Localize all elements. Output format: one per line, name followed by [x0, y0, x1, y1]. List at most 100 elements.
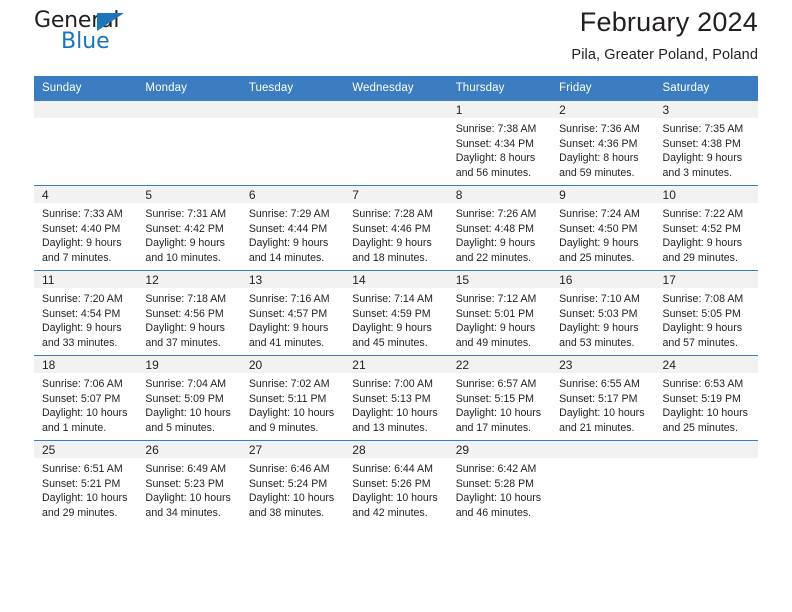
daylight-text-line2: and 45 minutes.: [352, 336, 428, 349]
page-title: February 2024: [579, 7, 758, 37]
daylight-text-line2: and 10 minutes.: [145, 251, 221, 264]
day-details: Sunrise: 7:10 AM Sunset: 5:03 PM Daylight:…: [551, 288, 654, 350]
day-number: 29: [447, 441, 552, 458]
daylight-text-line2: and 59 minutes.: [559, 166, 635, 179]
day-number: 8: [447, 186, 552, 203]
daylight-text-line1: Daylight: 10 hours: [248, 407, 335, 420]
sunrise-text: Sunrise: 7:12 AM: [455, 293, 537, 305]
day-details: Sunrise: 7:20 AM Sunset: 4:54 PM Daylight:…: [34, 288, 137, 350]
calendar-day-cell[interactable]: 9 Sunrise: 7:24 AM Sunset: 4:50 PM Daylight…: [551, 185, 655, 271]
daylight-text-line1: Daylight: 9 hours: [248, 237, 329, 250]
calendar-day-cell[interactable]: 27 Sunrise: 6:46 AM Sunset: 5:24 PM Dayligh…: [240, 440, 345, 525]
sunset-text: Sunset: 4:38 PM: [662, 137, 741, 150]
calendar-day-cell[interactable]: 2 Sunrise: 7:36 AM Sunset: 4:36 PM Daylight…: [551, 100, 655, 186]
calendar-day-cell[interactable]: 14 Sunrise: 7:14 AM Sunset: 4:59 PM Dayligh…: [344, 270, 448, 356]
calendar-week-row: 25 Sunrise: 6:51 AM Sunset: 5:21 PM Dayligh…: [34, 440, 758, 525]
calendar-day-cell[interactable]: 1 Sunrise: 7:38 AM Sunset: 4:34 PM Daylight…: [447, 100, 552, 186]
calendar-day-cell[interactable]: 4 Sunrise: 7:33 AM Sunset: 4:40 PM Daylight…: [34, 185, 138, 271]
calendar-day-cell[interactable]: 24 Sunrise: 6:53 AM Sunset: 5:19 PM Dayligh…: [654, 355, 758, 441]
calendar-day-cell[interactable]: 19 Sunrise: 7:04 AM Sunset: 5:09 PM Dayligh…: [137, 355, 241, 441]
calendar-day-cell[interactable]: 18 Sunrise: 7:06 AM Sunset: 5:07 PM Dayligh…: [34, 355, 138, 441]
calendar-day-cell[interactable]: 22 Sunrise: 6:57 AM Sunset: 5:15 PM Dayligh…: [447, 355, 552, 441]
sunrise-text: Sunrise: 6:44 AM: [352, 463, 433, 475]
calendar-day-cell[interactable]: 8 Sunrise: 7:26 AM Sunset: 4:48 PM Daylight…: [447, 185, 552, 271]
calendar-day-cell-empty: [551, 440, 655, 525]
daylight-text-line1: Daylight: 9 hours: [352, 322, 432, 335]
sunrise-text: Sunrise: 7:22 AM: [662, 208, 744, 220]
daylight-text-line2: and 56 minutes.: [455, 166, 532, 179]
daylight-text-line2: and 3 minutes.: [662, 166, 733, 179]
sunset-text: Sunset: 5:13 PM: [352, 392, 431, 405]
weekday-header-thursday: Thursday: [447, 76, 552, 101]
sunset-text: Sunset: 4:42 PM: [145, 222, 224, 235]
day-number: 2: [551, 101, 655, 118]
calendar-day-cell[interactable]: 17 Sunrise: 7:08 AM Sunset: 5:05 PM Dayligh…: [654, 270, 758, 356]
daylight-text-line1: Daylight: 10 hours: [42, 492, 128, 505]
sunrise-text: Sunrise: 6:42 AM: [455, 463, 537, 475]
sunset-text: Sunset: 4:52 PM: [662, 222, 741, 235]
sunrise-text: Sunrise: 7:02 AM: [248, 378, 330, 390]
day-details: Sunrise: 7:00 AM Sunset: 5:13 PM Daylight:…: [344, 373, 447, 435]
calendar-day-cell[interactable]: 15 Sunrise: 7:12 AM Sunset: 5:01 PM Dayligh…: [447, 270, 552, 356]
day-details: Sunrise: 6:44 AM Sunset: 5:26 PM Daylight:…: [344, 458, 447, 520]
daylight-text-line1: Daylight: 9 hours: [352, 237, 432, 250]
daylight-text-line2: and 34 minutes.: [145, 506, 221, 519]
calendar-day-cell[interactable]: 13 Sunrise: 7:16 AM Sunset: 4:57 PM Dayligh…: [240, 270, 345, 356]
day-details: Sunrise: 7:24 AM Sunset: 4:50 PM Daylight:…: [551, 203, 654, 265]
daylight-text-line1: Daylight: 9 hours: [248, 322, 329, 335]
calendar-day-cell[interactable]: 26 Sunrise: 6:49 AM Sunset: 5:23 PM Dayligh…: [137, 440, 241, 525]
daylight-text-line2: and 5 minutes.: [145, 421, 215, 434]
sunrise-text: Sunrise: 6:51 AM: [42, 463, 123, 475]
calendar-day-cell-empty: [344, 100, 448, 186]
calendar-day-cell[interactable]: 5 Sunrise: 7:31 AM Sunset: 4:42 PM Daylight…: [137, 185, 241, 271]
sunset-text: Sunset: 5:28 PM: [455, 477, 535, 490]
day-number: 23: [551, 356, 655, 373]
calendar-day-cell[interactable]: 10 Sunrise: 7:22 AM Sunset: 4:52 PM Dayligh…: [654, 185, 758, 271]
sunset-text: Sunset: 4:46 PM: [352, 222, 431, 235]
calendar-week-row: 1 Sunrise: 7:38 AM Sunset: 4:34 PM Daylight…: [34, 100, 758, 186]
calendar-day-cell[interactable]: 12 Sunrise: 7:18 AM Sunset: 4:56 PM Dayligh…: [137, 270, 241, 356]
daylight-text-line2: and 13 minutes.: [352, 421, 428, 434]
day-number: 16: [551, 271, 655, 288]
daylight-text-line2: and 37 minutes.: [145, 336, 221, 349]
day-number: 20: [240, 356, 345, 373]
calendar-day-cell[interactable]: 29 Sunrise: 6:42 AM Sunset: 5:28 PM Dayligh…: [447, 440, 552, 525]
calendar-day-cell[interactable]: 25 Sunrise: 6:51 AM Sunset: 5:21 PM Dayligh…: [34, 440, 138, 525]
calendar-day-cell[interactable]: 23 Sunrise: 6:55 AM Sunset: 5:17 PM Dayligh…: [551, 355, 655, 441]
daylight-text-line1: Daylight: 8 hours: [455, 152, 536, 165]
day-number: 21: [344, 356, 448, 373]
day-details: Sunrise: 7:08 AM Sunset: 5:05 PM Daylight:…: [655, 288, 758, 350]
day-number: 11: [34, 271, 138, 288]
calendar-day-cell[interactable]: 16 Sunrise: 7:10 AM Sunset: 5:03 PM Dayligh…: [551, 270, 655, 356]
calendar-day-cell[interactable]: 7 Sunrise: 7:28 AM Sunset: 4:46 PM Daylight…: [344, 185, 448, 271]
calendar-day-cell[interactable]: 20 Sunrise: 7:02 AM Sunset: 5:11 PM Dayligh…: [240, 355, 345, 441]
day-details: Sunrise: 7:04 AM Sunset: 5:09 PM Daylight:…: [137, 373, 240, 435]
calendar-day-cell[interactable]: 3 Sunrise: 7:35 AM Sunset: 4:38 PM Daylight…: [654, 100, 758, 186]
day-details: Sunrise: 7:36 AM Sunset: 4:36 PM Daylight:…: [551, 118, 654, 180]
day-details: Sunrise: 7:31 AM Sunset: 4:42 PM Daylight:…: [137, 203, 240, 265]
daylight-text-line2: and 38 minutes.: [248, 506, 325, 519]
day-details: Sunrise: 7:29 AM Sunset: 4:44 PM Daylight:…: [241, 203, 344, 265]
daylight-text-line1: Daylight: 9 hours: [455, 237, 536, 250]
calendar-day-cell[interactable]: 6 Sunrise: 7:29 AM Sunset: 4:44 PM Daylight…: [240, 185, 345, 271]
sunset-text: Sunset: 5:23 PM: [145, 477, 224, 490]
day-details: Sunrise: 7:26 AM Sunset: 4:48 PM Daylight:…: [448, 203, 551, 265]
weekday-header-sunday: Sunday: [34, 76, 138, 101]
day-number: 17: [654, 271, 758, 288]
sunset-text: Sunset: 4:59 PM: [352, 307, 431, 320]
day-number: [240, 101, 345, 118]
calendar-day-cell[interactable]: 11 Sunrise: 7:20 AM Sunset: 4:54 PM Dayligh…: [34, 270, 138, 356]
daylight-text-line1: Daylight: 10 hours: [145, 492, 231, 505]
sunset-text: Sunset: 4:44 PM: [248, 222, 328, 235]
sunrise-text: Sunrise: 6:57 AM: [455, 378, 537, 390]
weekday-header-saturday: Saturday: [654, 76, 758, 101]
calendar-week-row: 18 Sunrise: 7:06 AM Sunset: 5:07 PM Dayligh…: [34, 355, 758, 441]
sunrise-text: Sunrise: 7:29 AM: [248, 208, 330, 220]
day-details: Sunrise: 7:14 AM Sunset: 4:59 PM Daylight:…: [344, 288, 447, 350]
calendar-day-cell[interactable]: 28 Sunrise: 6:44 AM Sunset: 5:26 PM Dayligh…: [344, 440, 448, 525]
day-details: Sunrise: 6:46 AM Sunset: 5:24 PM Daylight:…: [241, 458, 344, 520]
day-details: Sunrise: 6:42 AM Sunset: 5:28 PM Daylight:…: [448, 458, 551, 520]
day-number: 5: [137, 186, 241, 203]
calendar-day-cell[interactable]: 21 Sunrise: 7:00 AM Sunset: 5:13 PM Dayligh…: [344, 355, 448, 441]
day-number: [137, 101, 241, 118]
